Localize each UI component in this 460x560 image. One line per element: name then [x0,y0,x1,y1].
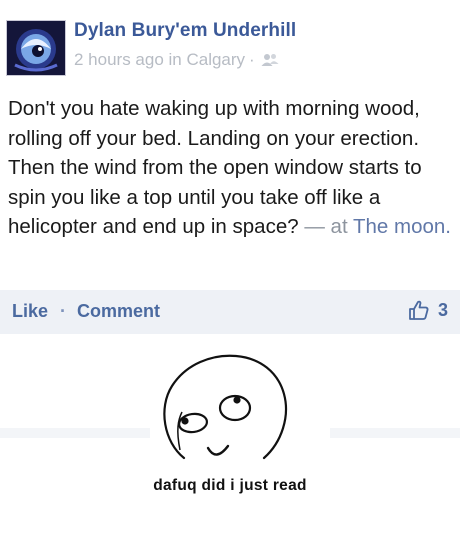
checkin-location[interactable]: The moon. [353,215,451,238]
post-image[interactable]: dafuq did i just read [0,334,460,560]
avatar-image [7,21,65,75]
post-header: Dylan Bury'em Underhill 2 hours ago in C… [0,0,460,88]
meme-face [163,354,288,460]
image-caption: dafuq did i just read [153,477,307,494]
likes-count-value: 3 [437,299,448,320]
avatar[interactable] [6,20,66,76]
image-artifact-right [330,428,460,438]
friends-icon [261,52,279,72]
meta-separator: · [249,50,255,69]
post-meta: 2 hours ago in Calgary · [74,50,279,72]
like-button[interactable]: Like [12,301,48,322]
checkin-prefix: — at [304,215,348,238]
thumbs-up-icon [408,300,429,320]
likes-count[interactable]: 3 [408,299,448,325]
post-text: Don't you hate waking up with morning wo… [8,94,452,242]
post-actions-bar: Like · Comment 3 [0,290,460,334]
comment-button[interactable]: Comment [77,301,160,322]
author-name[interactable]: Dylan Bury'em Underhill [74,20,296,42]
image-artifact-left [0,428,150,438]
actions-separator: · [60,301,66,321]
post-time-location[interactable]: 2 hours ago in Calgary [74,50,245,69]
